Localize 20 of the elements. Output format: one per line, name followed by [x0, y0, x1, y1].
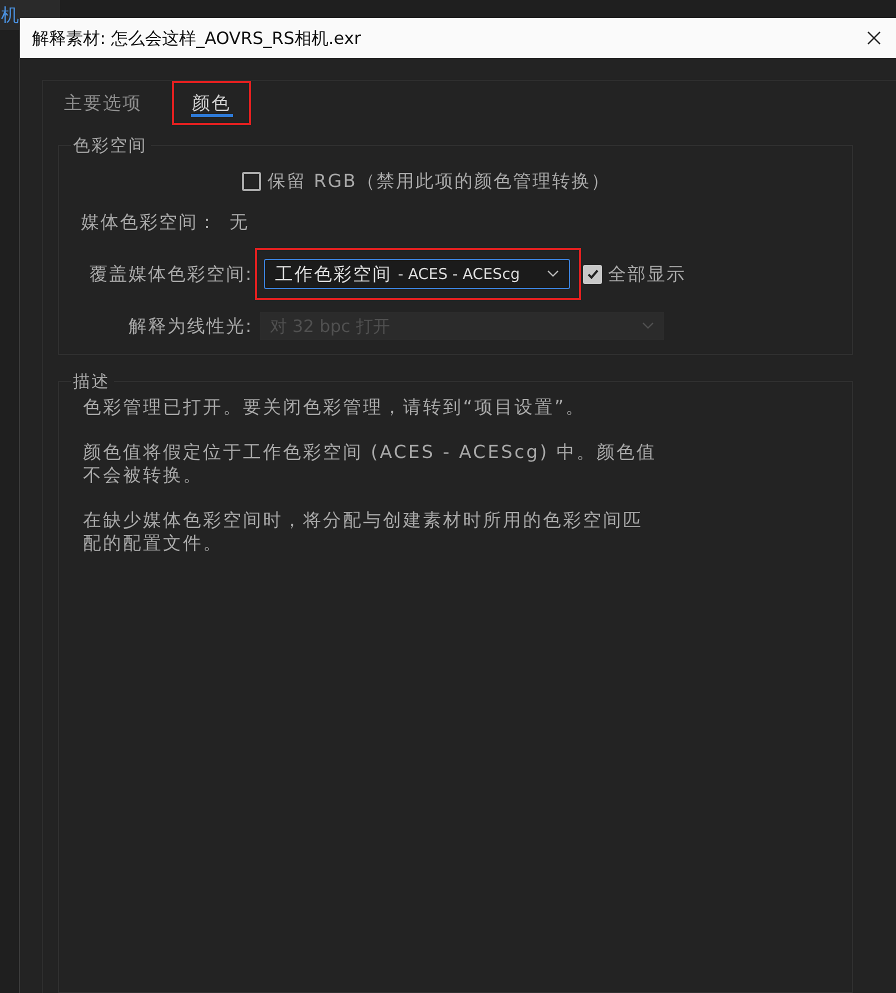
checkmark-icon	[586, 267, 600, 281]
group-legend: 色彩空间	[71, 134, 151, 157]
description-text: 在缺少媒体色彩空间时，将分配与创建素材时所用的色彩空间匹配的配置文件。	[83, 509, 644, 555]
close-icon[interactable]	[866, 30, 882, 46]
color-space-dropdown[interactable]: 工作色彩空间 - ACES - ACEScg	[264, 259, 570, 289]
window-title: 解释素材: 怎么会这样_AOVRS_RS相机.exr	[32, 28, 361, 50]
field-label: 媒体色彩空间：	[81, 211, 218, 234]
description-text: 色彩管理已打开。要关闭色彩管理，请转到“项目设置”。	[83, 396, 587, 419]
field-label: 解释为线性光:	[127, 315, 253, 338]
caret-icon	[547, 270, 559, 278]
caret-icon	[642, 322, 654, 330]
checkbox[interactable]	[583, 264, 602, 284]
description-text: 颜色值将假定位于工作色彩空间 (ACES - ACEScg) 中。颜色值不会被转换。	[83, 441, 658, 487]
checkbox-label: 全部显示	[608, 263, 686, 286]
checkbox-label: 保留 RGB（禁用此项的颜色管理转换）	[267, 170, 611, 193]
checkbox[interactable]	[242, 172, 262, 190]
field-value: 无	[230, 211, 249, 234]
tab[interactable]: 主要选项	[62, 81, 150, 125]
field-label: 覆盖媒体色彩空间:	[88, 263, 253, 286]
tab[interactable]: 颜色	[172, 81, 251, 125]
